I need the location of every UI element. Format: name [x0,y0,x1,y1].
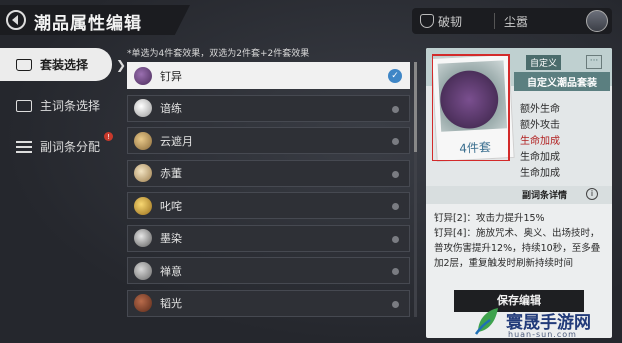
item-label: 赤董 [160,167,182,180]
list-item[interactable]: 云遮月 [127,127,410,154]
paw-icon [134,131,152,150]
page-title: 潮品属性编辑 [34,14,142,34]
description-line: 钉异[4]：施放咒术、奥义、出场技时，普攻伤害提升12%，持续10秒，至多叠加2… [434,228,601,269]
sub-stat-title: 副词条详情 [522,191,568,201]
sidebar-item-label: 主词条选择 [40,99,101,113]
info-icon[interactable]: i [586,188,598,200]
set-name: 自定义潮品套装 [514,72,610,91]
set-list: 钉异 ✓ 谙练 云遮月 赤董 叱咤 墨染 禅意 韬光 [127,62,410,320]
divider [494,13,495,29]
custom-tag: 自定义 [526,55,562,70]
unselected-dot-icon [392,235,399,243]
mask-icon [134,229,152,247]
set-description: 钉异[2]：攻击力提升15% 钉异[4]：施放咒术、奥义、出场技时，普攻伤害提升… [434,211,606,279]
ring-icon [134,294,152,312]
scrollbar-thumb[interactable] [414,62,417,152]
card-icon [16,99,32,112]
shirt-icon [16,58,32,71]
watermark: 寰晟手游网 huan-sun.com [470,304,622,343]
list-item[interactable]: 赤董 [127,159,410,187]
spark-icon [134,196,152,215]
unselected-dot-icon [392,138,399,145]
unselected-dot-icon [392,105,399,113]
sidebar-item-main-stat[interactable]: 主词条选择 [0,89,120,122]
sub-stat-header: 副词条详情 i [426,186,612,204]
set-detail-card: 4件套 自定义 ··· 自定义潮品套装 额外生命 额外攻击 生命加成 生命加成 … [426,48,612,338]
status-item-1: 破韧 [438,15,463,29]
list-item[interactable]: 叱咤 [127,192,410,219]
list-item[interactable]: 谙练 [127,94,410,122]
sidebar-item-sub-stat[interactable]: 副词条分配 ! [0,130,120,163]
shield-icon [420,14,434,28]
item-label: 韬光 [160,297,182,310]
list-item[interactable]: 钉异 ✓ [127,62,410,89]
check-icon: ✓ [388,69,402,83]
list-item[interactable]: 禅意 [127,257,410,284]
screen: 潮品属性编辑 破韧 尘嚣 套装选择 ❯ 主词条选择 副词条分配 ! *单选为4件… [0,0,622,343]
sidebar-item-label: 副词条分配 [40,140,101,154]
avatar[interactable] [586,10,608,32]
top-hat-icon [134,99,152,117]
list-item[interactable]: 韬光 [127,289,410,317]
unselected-dot-icon [392,203,399,210]
item-label: 禅意 [160,264,182,278]
watermark-url: huan-sun.com [508,330,577,339]
alert-badge: ! [104,132,113,141]
item-label: 钉异 [160,69,182,83]
unselected-dot-icon [392,268,399,275]
attribute-item: 生命加成 [520,136,560,147]
helmet-icon [134,164,152,182]
item-label: 叱咤 [160,199,182,213]
highlight-frame [432,54,510,161]
attribute-item: 生命加成 [520,168,560,179]
attribute-item: 生命加成 [520,152,560,163]
item-label: 墨染 [160,232,182,245]
attribute-item: 额外攻击 [520,120,560,131]
attribute-item: 额外生命 [520,104,560,115]
description-line: 钉异[2]：攻击力提升15% [434,213,545,224]
unselected-dot-icon [392,300,399,308]
more-menu-icon[interactable]: ··· [586,55,602,69]
sidebar-item-set-select[interactable]: 套装选择 ❯ [0,48,126,81]
chevron-right-icon: ❯ [115,58,126,72]
back-arrow-icon [12,15,18,25]
top-status: 破韧 尘嚣 [412,8,612,34]
item-label: 谙练 [160,102,182,115]
list-item[interactable]: 墨染 [127,224,410,252]
item-label: 云遮月 [160,134,193,148]
sidebar-nav: 套装选择 ❯ 主词条选择 副词条分配 ! [0,48,126,163]
bead-icon [134,261,152,280]
title-bar: 潮品属性编辑 破韧 尘嚣 [0,0,622,40]
list-icon [16,140,32,153]
hat-icon [134,66,152,85]
sidebar-item-label: 套装选择 [40,58,89,72]
unselected-dot-icon [392,170,399,178]
leaf-logo-icon [474,308,498,335]
selection-hint: *单选为4件套效果，双选为2件套+2件套效果 [127,49,310,59]
list-scrollbar[interactable] [414,62,417,317]
status-item-2: 尘嚣 [504,15,529,29]
back-button[interactable] [6,10,26,30]
